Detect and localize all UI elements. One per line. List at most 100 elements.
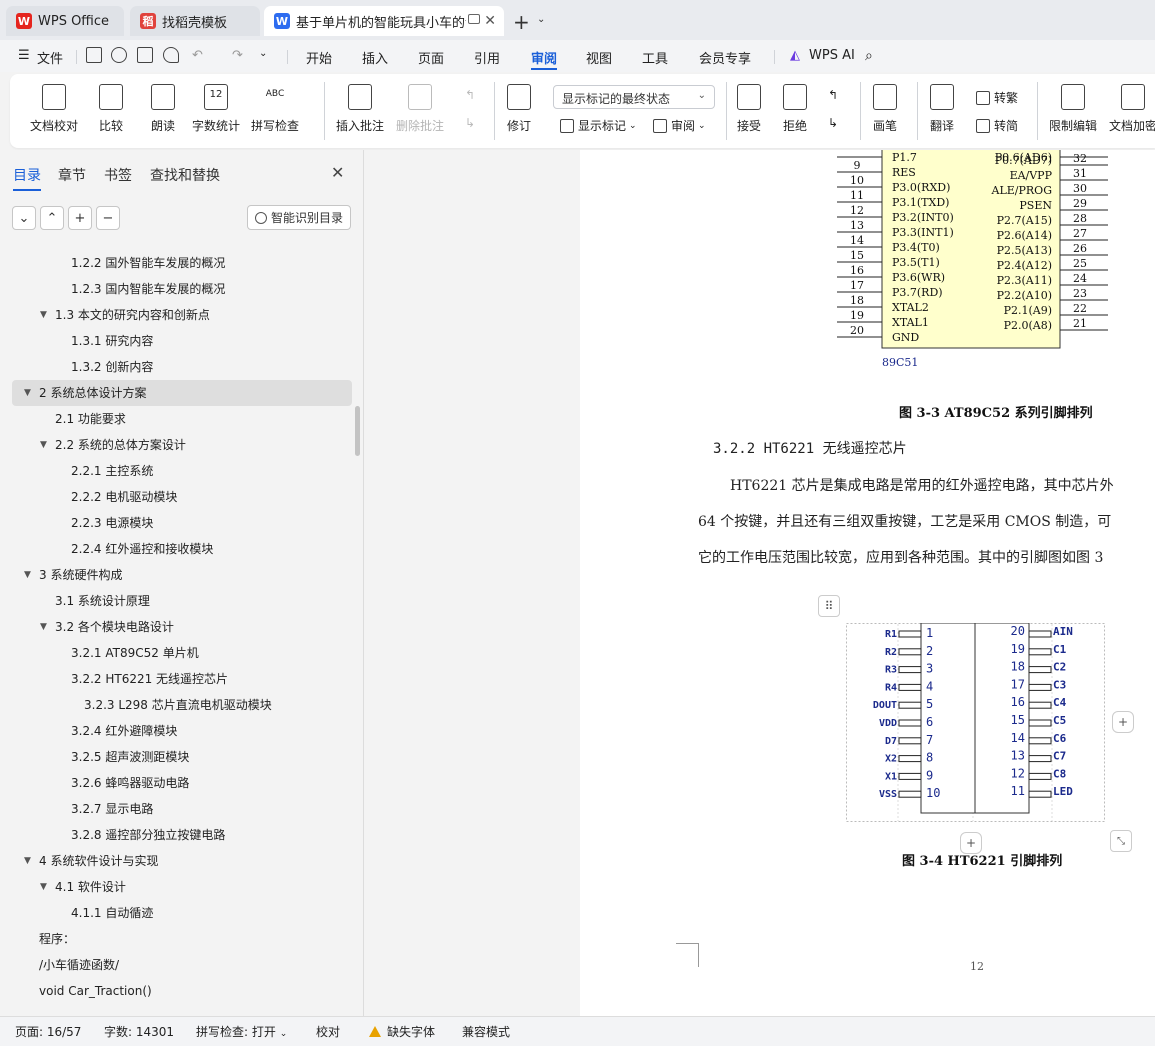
expand-arrow-icon[interactable]: ▼: [40, 874, 47, 900]
toc-item[interactable]: 3.1 系统设计原理: [0, 588, 364, 614]
word-count-button[interactable]: 12 字数统计: [192, 84, 240, 134]
toc-item[interactable]: ▼ 3 系统硬件构成: [0, 562, 364, 588]
drag-handle-icon[interactable]: ⠿: [818, 595, 840, 617]
expand-arrow-icon[interactable]: ▼: [24, 380, 31, 406]
toc-item[interactable]: 3.2.4 红外避障模块: [0, 718, 364, 744]
undo-icon[interactable]: ↶: [192, 48, 203, 63]
toc-item[interactable]: ▼ 4 系统软件设计与实现: [0, 848, 364, 874]
menu-member[interactable]: 会员专享: [699, 48, 751, 67]
doc-proof-button[interactable]: 文档校对: [30, 84, 78, 134]
to-traditional-button[interactable]: 转繁: [976, 89, 1018, 106]
tab-current-document[interactable]: W 基于单片机的智能玩具小车的设 ✕: [264, 6, 504, 36]
word-count-indicator[interactable]: 字数: 14301: [104, 1023, 174, 1040]
save-icon[interactable]: [86, 47, 102, 63]
spell-check-toggle[interactable]: 拼写检查: 打开 ⌄: [196, 1023, 287, 1040]
read-aloud-button[interactable]: 朗读: [151, 84, 175, 134]
toc-item[interactable]: 3.2.1 AT89C52 单片机: [0, 640, 364, 666]
show-markup-button[interactable]: 显示标记 ⌄: [560, 117, 637, 134]
menu-wps-ai[interactable]: WPS AI: [809, 48, 855, 63]
prev-comment-icon[interactable]: ↰: [465, 88, 475, 102]
toc-item[interactable]: 2.2.3 电源模块: [0, 510, 364, 536]
encrypt-button[interactable]: 文档加密: [1109, 84, 1155, 134]
toc-item[interactable]: 2.2.1 主控系统: [0, 458, 364, 484]
spell-check-button[interactable]: ABC 拼写检查: [251, 84, 299, 134]
new-tab-icon[interactable]: +: [513, 10, 530, 34]
expand-arrow-icon[interactable]: ▼: [24, 562, 31, 588]
toc-body-text[interactable]: /小车循迹函数/: [0, 952, 364, 978]
toc-body-text[interactable]: void Car_Traction(): [0, 978, 364, 1004]
toc-item[interactable]: 1.2.2 国外智能车发展的概况: [0, 250, 364, 276]
toc-item[interactable]: 1.3.1 研究内容: [0, 328, 364, 354]
scrollbar[interactable]: [355, 406, 360, 456]
proof-button[interactable]: 校对: [316, 1023, 340, 1040]
toc-item[interactable]: 1.2.3 国内智能车发展的概况: [0, 276, 364, 302]
tab-docer-templates[interactable]: 稻 找稻壳模板: [130, 6, 260, 36]
missing-font-button[interactable]: 缺失字体: [369, 1023, 435, 1040]
resize-icon[interactable]: ⤡: [1110, 830, 1132, 852]
smart-toc-button[interactable]: 智能识别目录: [247, 205, 351, 230]
add-column-icon[interactable]: +: [1112, 711, 1134, 733]
toc-item[interactable]: ▼ 2 系统总体设计方案: [12, 380, 352, 406]
export-icon[interactable]: [111, 47, 127, 63]
menu-page[interactable]: 页面: [418, 48, 444, 67]
expand-arrow-icon[interactable]: ▼: [40, 432, 47, 458]
toc-item[interactable]: 3.2.7 显示电路: [0, 796, 364, 822]
insert-comment-button[interactable]: 插入批注: [336, 84, 384, 134]
restrict-edit-button[interactable]: 限制编辑: [1049, 84, 1097, 134]
translate-button[interactable]: 翻译: [930, 84, 954, 134]
toc-item[interactable]: ▼ 2.2 系统的总体方案设计: [0, 432, 364, 458]
tab-bookmarks[interactable]: 书签: [104, 165, 132, 185]
chevron-down-icon[interactable]: ⌄: [537, 14, 545, 25]
to-simplified-button[interactable]: 转简: [976, 117, 1018, 134]
display-mode-select[interactable]: 显示标记的最终状态 ⌄: [553, 85, 715, 109]
chevron-down-icon[interactable]: ⌄: [259, 48, 267, 59]
expand-arrow-icon[interactable]: ▼: [40, 614, 47, 640]
next-comment-icon[interactable]: ↳: [465, 116, 475, 130]
menu-insert[interactable]: 插入: [362, 48, 388, 67]
toc-item[interactable]: 3.2.6 蜂鸣器驱动电路: [0, 770, 364, 796]
track-changes-button[interactable]: 修订: [507, 84, 531, 134]
close-tab-icon[interactable]: ✕: [484, 13, 496, 29]
next-change-icon[interactable]: ↳: [828, 116, 838, 130]
print-icon[interactable]: [137, 47, 153, 63]
tab-find-replace[interactable]: 查找和替换: [150, 165, 220, 185]
delete-comment-button[interactable]: 删除批注: [396, 84, 444, 134]
toc-item[interactable]: ▼ 3.2 各个模块电路设计: [0, 614, 364, 640]
tab-wps-office[interactable]: W WPS Office: [6, 6, 124, 36]
menu-references[interactable]: 引用: [474, 48, 500, 67]
menu-review[interactable]: 审阅: [531, 48, 558, 70]
compare-button[interactable]: 比较: [99, 84, 123, 134]
toc-item[interactable]: 2.1 功能要求: [0, 406, 364, 432]
page-indicator[interactable]: 页面: 16/57: [15, 1023, 81, 1040]
close-icon[interactable]: ✕: [331, 163, 344, 182]
toc-item[interactable]: 3.2.3 L298 芯片直流电机驱动模块: [0, 692, 364, 718]
menu-file[interactable]: 文件: [37, 48, 63, 67]
toc-item[interactable]: 4.1.1 自动循迹: [0, 900, 364, 926]
tab-sections[interactable]: 章节: [58, 165, 86, 185]
reject-button[interactable]: 拒绝: [783, 84, 807, 134]
expand-down-button[interactable]: ⌄: [12, 206, 36, 230]
hamburger-icon[interactable]: ☰: [18, 48, 30, 63]
menu-view[interactable]: 视图: [586, 48, 612, 67]
collapse-up-button[interactable]: ⌃: [40, 206, 64, 230]
add-heading-button[interactable]: +: [68, 206, 92, 230]
accept-button[interactable]: 接受: [737, 84, 761, 134]
expand-arrow-icon[interactable]: ▼: [40, 302, 47, 328]
search-icon[interactable]: ⌕: [865, 48, 873, 64]
tab-toc[interactable]: 目录: [13, 165, 41, 191]
toc-body-text[interactable]: 程序：: [0, 926, 364, 952]
print-preview-icon[interactable]: [163, 47, 179, 63]
document-page[interactable]: P1.7 P0.6(AD6) 9 RES 10 P3.0(RXD) 11 P3.1(TXD) 1…: [580, 150, 1155, 1016]
toc-item[interactable]: 2.2.4 红外遥控和接收模块: [0, 536, 364, 562]
expand-arrow-icon[interactable]: ▼: [24, 848, 31, 874]
menu-home[interactable]: 开始: [306, 48, 332, 67]
menu-tools[interactable]: 工具: [642, 48, 668, 67]
toc-item[interactable]: 3.2.8 遥控部分独立按键电路: [0, 822, 364, 848]
toc-item[interactable]: ▼ 1.3 本文的研究内容和创新点: [0, 302, 364, 328]
toc-item[interactable]: 3.2.2 HT6221 无线遥控芯片: [0, 666, 364, 692]
toc-item[interactable]: 3.2.5 超声波测距模块: [0, 744, 364, 770]
redo-icon[interactable]: ↷: [232, 48, 243, 63]
toc-item[interactable]: 2.2.2 电机驱动模块: [0, 484, 364, 510]
prev-change-icon[interactable]: ↰: [828, 88, 838, 102]
pen-button[interactable]: 画笔: [873, 84, 897, 134]
